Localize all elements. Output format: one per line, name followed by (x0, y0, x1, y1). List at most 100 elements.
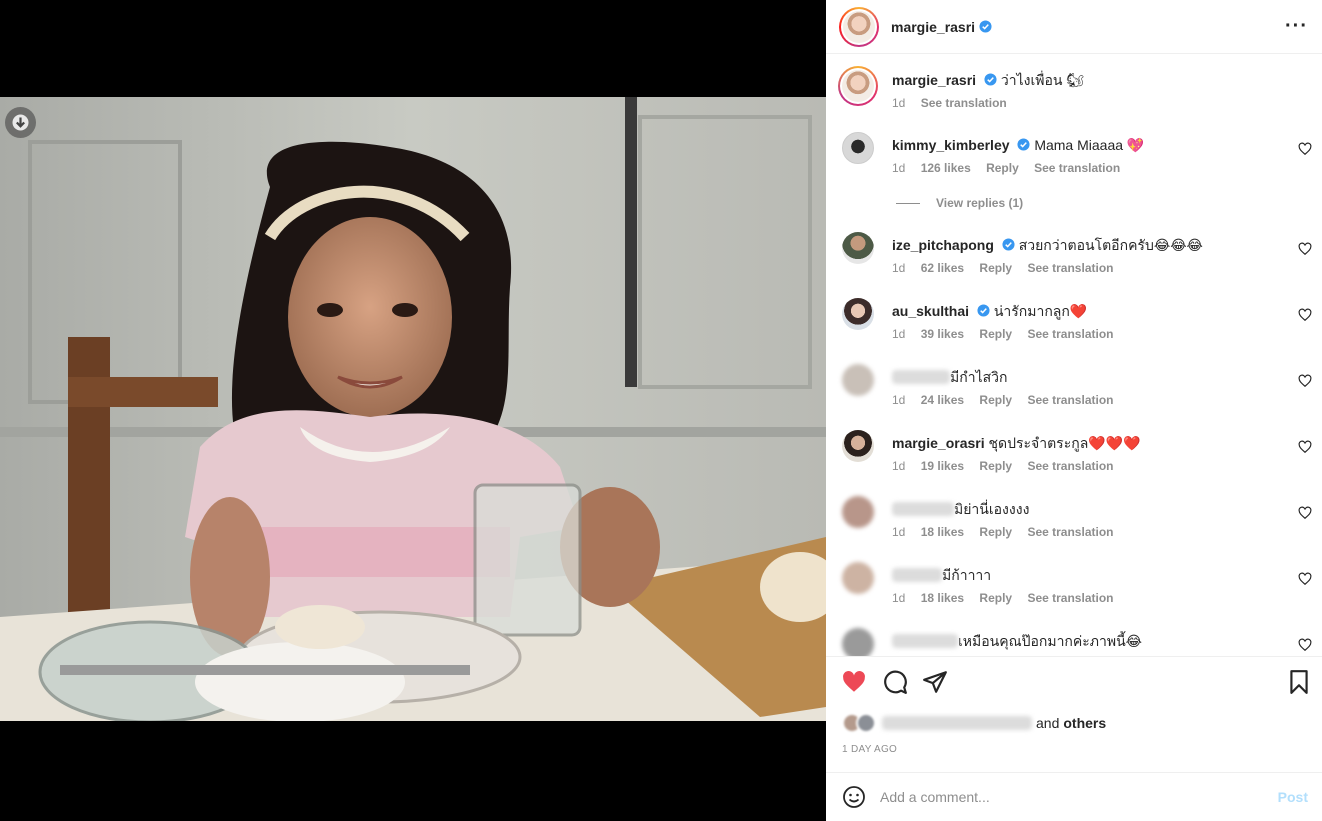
comment-avatar[interactable] (842, 496, 874, 528)
reply-button[interactable]: Reply (979, 459, 1012, 473)
comment-age: 1d (892, 459, 906, 473)
heart-outline-icon[interactable] (1298, 572, 1312, 586)
comment-avatar[interactable] (842, 430, 874, 462)
post-side-panel: margie_rasri ··· margie_rasri ว่าไงเพื่อ… (826, 0, 1322, 821)
comment-likes[interactable]: 62 likes (921, 261, 964, 275)
likes-others-link[interactable]: others (1063, 715, 1106, 731)
comment-text: สวยกว่าตอนโตอีกครับ😂😂😂 (1018, 237, 1203, 253)
heart-outline-icon[interactable] (1298, 506, 1312, 520)
caption-row: margie_rasri ว่าไงเพื่อน 🐿 1d See transl… (826, 66, 1322, 122)
comment-row: มิย่านี่เองงงง 1d 18 likes Reply See tra… (826, 496, 1322, 546)
comment-likes[interactable]: 18 likes (921, 591, 964, 605)
see-translation-button[interactable]: See translation (1027, 459, 1113, 473)
verified-badge-icon (977, 304, 990, 317)
comment-input[interactable] (880, 789, 1278, 805)
comment-text: Mama Miaaaa 💖 (1034, 137, 1145, 153)
comment-avatar[interactable] (842, 562, 874, 594)
media-area (0, 0, 826, 821)
post-timestamp: 1 DAY AGO (842, 744, 898, 755)
bookmark-icon[interactable] (1286, 669, 1312, 695)
verified-badge-icon (1017, 138, 1030, 151)
view-replies-button[interactable]: View replies (1) (896, 196, 1023, 210)
comment-icon[interactable] (882, 669, 908, 695)
post-dialog: margie_rasri ··· margie_rasri ว่าไงเพื่อ… (0, 0, 1322, 821)
comments-list: margie_rasri ว่าไงเพื่อน 🐿 1d See transl… (826, 54, 1322, 656)
emoji-icon[interactable] (842, 785, 866, 809)
comment-username-blurred[interactable] (892, 634, 958, 648)
reply-button[interactable]: Reply (979, 261, 1012, 275)
post-actions: and others 1 DAY AGO (826, 656, 1322, 772)
see-translation-button[interactable]: See translation (1027, 525, 1113, 539)
heart-outline-icon[interactable] (1298, 308, 1312, 322)
see-translation-button[interactable]: See translation (1027, 393, 1113, 407)
comment-row: au_skulthai น่ารักมากลูก❤️ 1d 39 likes R… (826, 298, 1322, 348)
more-options-button[interactable]: ··· (1285, 15, 1308, 38)
comment-likes[interactable]: 19 likes (921, 459, 964, 473)
post-photo-illustration (0, 97, 826, 721)
comment-username-blurred[interactable] (892, 370, 950, 384)
comment-text: มีกำไสวิก (950, 369, 1008, 385)
comment-row: kimmy_kimberley Mama Miaaaa 💖 1d 126 lik… (826, 132, 1322, 182)
comment-username-blurred[interactable] (892, 502, 954, 516)
post-photo (0, 97, 826, 721)
reply-button[interactable]: Reply (979, 327, 1012, 341)
author-username[interactable]: margie_rasri (891, 19, 975, 35)
comment-avatar[interactable] (842, 298, 874, 330)
comment-row: มีก้าาาา 1d 18 likes Reply See translati… (826, 562, 1322, 612)
comment-username-blurred[interactable] (892, 568, 942, 582)
share-icon[interactable] (922, 669, 948, 695)
comment-likes[interactable]: 18 likes (921, 525, 964, 539)
heart-filled-icon[interactable] (841, 669, 867, 695)
comment-row: ize_pitchapong สวยกว่าตอนโตอีกครับ😂😂😂 1d… (826, 232, 1322, 282)
download-button[interactable] (5, 107, 36, 138)
reply-button[interactable]: Reply (979, 525, 1012, 539)
caption-username[interactable]: margie_rasri (892, 72, 976, 88)
comment-likes[interactable]: 39 likes (921, 327, 964, 341)
caption-avatar[interactable] (838, 66, 878, 106)
comment-row: มีกำไสวิก 1d 24 likes Reply See translat… (826, 364, 1322, 414)
comment-username[interactable]: au_skulthai (892, 303, 969, 319)
view-replies-label: View replies (1) (936, 196, 1024, 210)
comment-text: เหมือนคุณป๊อกมากค่ะภาพนี้😂 (958, 633, 1143, 649)
comment-row: เหมือนคุณป๊อกมากค่ะภาพนี้😂 (826, 628, 1322, 656)
reply-button[interactable]: Reply (979, 393, 1012, 407)
comment-avatar[interactable] (842, 132, 874, 164)
see-translation-button[interactable]: See translation (1034, 161, 1120, 175)
comment-username[interactable]: margie_orasri (892, 435, 985, 451)
reply-button[interactable]: Reply (979, 591, 1012, 605)
comment-age: 1d (892, 393, 906, 407)
heart-outline-icon[interactable] (1298, 242, 1312, 256)
comment-age: 1d (892, 525, 906, 539)
see-translation-button[interactable]: See translation (1027, 591, 1113, 605)
author-avatar[interactable] (839, 6, 879, 47)
post-comment-button[interactable]: Post (1278, 789, 1308, 805)
reply-button[interactable]: Reply (986, 161, 1019, 175)
heart-outline-icon[interactable] (1298, 142, 1312, 156)
see-translation-button[interactable]: See translation (1027, 327, 1113, 341)
likes-summary[interactable]: and others (842, 713, 1106, 733)
liked-by-blurred[interactable] (882, 716, 1032, 730)
comment-avatar[interactable] (842, 628, 874, 656)
see-translation-button[interactable]: See translation (921, 96, 1007, 110)
comment-age: 1d (892, 261, 906, 275)
post-header: margie_rasri ··· (826, 0, 1322, 54)
comment-avatar[interactable] (842, 232, 874, 264)
comment-avatar[interactable] (842, 364, 874, 396)
comment-username[interactable]: ize_pitchapong (892, 237, 994, 253)
comment-likes[interactable]: 126 likes (921, 161, 971, 175)
likes-and-label: and (1036, 715, 1060, 731)
heart-outline-icon[interactable] (1298, 374, 1312, 388)
comment-age: 1d (892, 591, 906, 605)
comment-row: margie_orasri ชุดประจำตระกูล❤️❤️❤️ 1d 19… (826, 430, 1322, 480)
comment-username[interactable]: kimmy_kimberley (892, 137, 1010, 153)
see-translation-button[interactable]: See translation (1027, 261, 1113, 275)
verified-badge-icon (984, 73, 997, 86)
caption-text: ว่าไงเพื่อน 🐿 (1000, 72, 1085, 88)
liker-avatar (856, 713, 876, 733)
arrow-down-icon (12, 114, 29, 131)
comment-text: น่ารักมากลูก❤️ (993, 303, 1088, 319)
comment-likes[interactable]: 24 likes (921, 393, 964, 407)
heart-outline-icon[interactable] (1298, 440, 1312, 454)
add-comment-bar: Post (826, 772, 1322, 821)
heart-outline-icon[interactable] (1298, 638, 1312, 652)
